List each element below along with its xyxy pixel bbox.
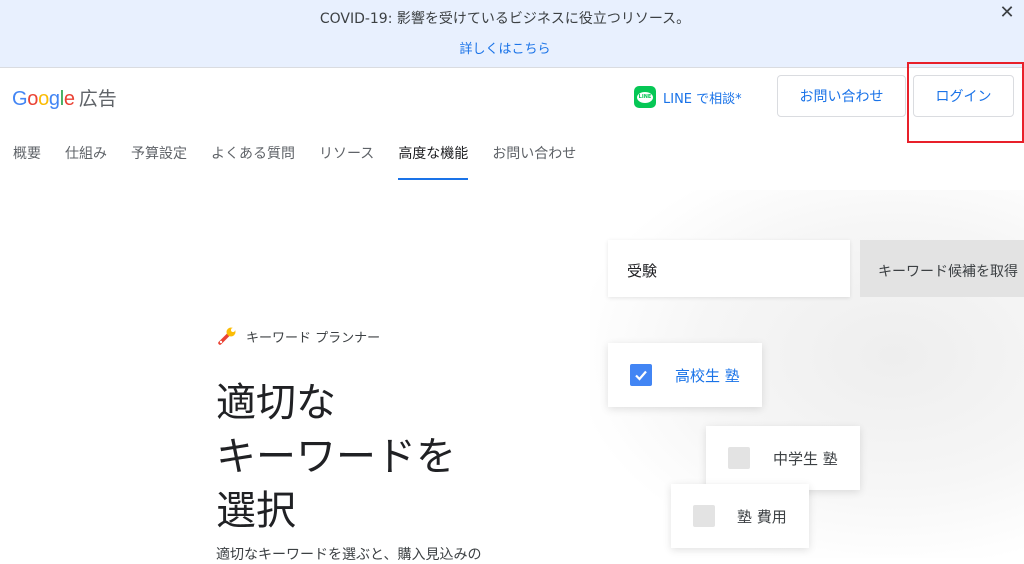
keyword-suggestion-card[interactable]: 塾 費用 [671, 484, 809, 548]
google-ads-logo[interactable]: Google 広告 [12, 84, 117, 110]
contact-button[interactable]: お問い合わせ [777, 75, 906, 117]
ads-product-name: 広告 [78, 88, 117, 110]
wrench-icon [216, 325, 238, 347]
get-keyword-ideas-button[interactable]: キーワード候補を取得 [860, 240, 1024, 297]
keyword-text: 塾 費用 [737, 507, 787, 526]
close-icon[interactable]: ✕ [996, 2, 1018, 24]
keyword-planner-eyebrow: キーワード プランナー [216, 325, 380, 347]
nav-item-contact[interactable]: お問い合わせ [492, 140, 576, 180]
checkbox-checked-icon[interactable] [630, 364, 652, 386]
nav-item-resources[interactable]: リソース [319, 140, 374, 180]
keyword-search-input[interactable]: 受験 [608, 240, 850, 297]
nav-item-how-it-works[interactable]: 仕組み [65, 140, 107, 180]
keyword-suggestion-card[interactable]: 高校生 塾 [608, 343, 762, 407]
google-wordmark: Google [12, 88, 75, 110]
hero-description: 適切なキーワードを選ぶと、購入見込みの [216, 547, 482, 563]
keyword-text: 高校生 塾 [675, 366, 740, 385]
line-consult-link[interactable]: LINE LINE で相談* [634, 84, 742, 110]
keyword-text: 中学生 塾 [773, 449, 838, 468]
hero-title: 適切な キーワードを 選択 [216, 380, 456, 534]
keyword-suggestion-card[interactable]: 中学生 塾 [706, 426, 860, 490]
banner-message: COVID-19: 影響を受けているビジネスに役立つリソース。 [319, 11, 691, 27]
checkbox-unchecked-icon[interactable] [693, 505, 715, 527]
checkbox-unchecked-icon[interactable] [728, 447, 750, 469]
line-icon: LINE [634, 86, 656, 108]
banner-learn-more-link[interactable]: 詳しくはこちら [0, 38, 1010, 57]
line-consult-label: LINE で相談* [663, 91, 742, 107]
keyword-planner-label: キーワード プランナー [246, 330, 381, 346]
nav-item-overview[interactable]: 概要 [13, 140, 41, 180]
login-button[interactable]: ログイン [913, 75, 1014, 117]
nav-item-faq[interactable]: よくある質問 [211, 140, 295, 180]
nav-item-advanced-features[interactable]: 高度な機能 [398, 140, 469, 180]
main-nav: 概要 仕組み 予算設定 よくある質問 リソース 高度な機能 お問い合わせ [0, 140, 587, 180]
nav-item-budget[interactable]: 予算設定 [131, 140, 187, 180]
covid-banner: COVID-19: 影響を受けているビジネスに役立つリソース。 詳しくはこちら … [0, 0, 1024, 68]
